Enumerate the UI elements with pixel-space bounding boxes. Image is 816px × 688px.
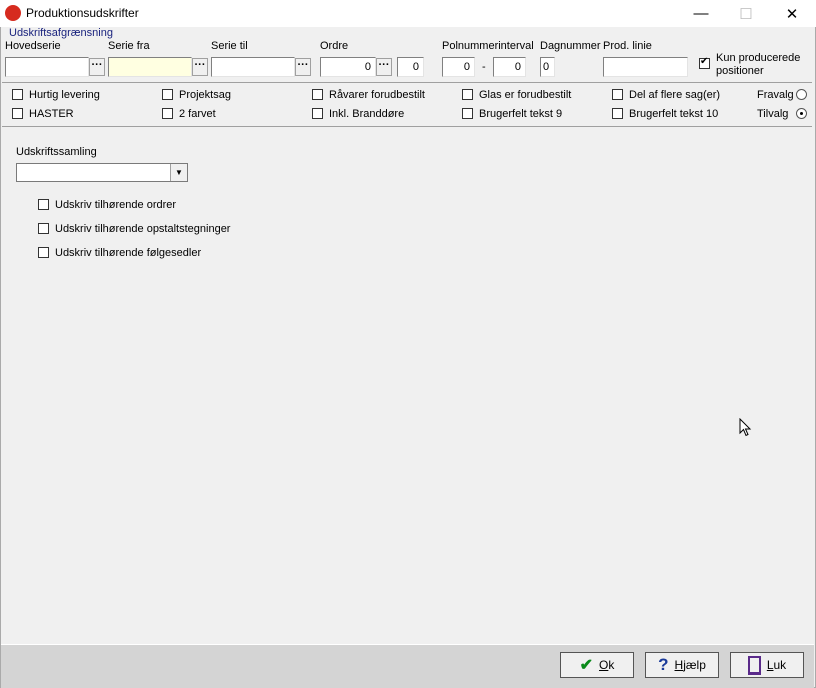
dagnummer-label: Dagnummer <box>540 40 601 52</box>
udskriv-opstalt-label: Udskriv tilhørende opstaltstegninger <box>55 223 231 235</box>
branddore-checkbox[interactable] <box>312 108 323 119</box>
polnummer-to-input[interactable]: 0 <box>493 57 526 77</box>
maximize-button[interactable]: ☐ <box>723 0 769 27</box>
udskriftssamling-label: Udskriftssamling <box>16 146 97 158</box>
prod-linie-input[interactable] <box>603 57 688 77</box>
ordre-from-input[interactable]: 0 <box>320 57 376 77</box>
kun-producerede-checkbox[interactable] <box>699 56 710 69</box>
close-icon: ✕ <box>785 5 799 23</box>
chevron-down-icon[interactable]: ▼ <box>170 164 187 181</box>
glas-checkbox[interactable] <box>462 89 473 100</box>
projektsag-checkbox[interactable] <box>162 89 173 100</box>
ordre-browse-button[interactable]: ··· <box>376 58 392 76</box>
kun-producerede-label-1: Kun producerede <box>716 52 801 64</box>
filter-group-title: Udskriftsafgrænsning <box>9 27 113 39</box>
mouse-cursor-icon <box>739 418 752 437</box>
del-af-flere-checkbox[interactable] <box>612 89 623 100</box>
prod-linie-label: Prod. linie <box>603 40 652 52</box>
2-farvet-label: 2 farvet <box>179 108 216 120</box>
help-button-label: Hjælp <box>674 658 706 672</box>
projektsag-label: Projektsag <box>179 89 231 101</box>
polnummer-label: Polnummerinterval <box>442 40 534 52</box>
checkmark-icon: ✔ <box>579 657 594 674</box>
glas-label: Glas er forudbestilt <box>479 89 572 101</box>
hurtig-levering-label: Hurtig levering <box>29 89 100 101</box>
serie-til-label: Serie til <box>211 40 248 52</box>
haster-label: HASTER <box>29 108 74 120</box>
serie-fra-browse-button[interactable]: ··· <box>192 58 208 76</box>
dagnummer-input[interactable]: 0 <box>540 57 555 77</box>
serie-til-input[interactable] <box>211 57 295 77</box>
fravalg-radio[interactable] <box>796 89 807 100</box>
branddore-label: Inkl. Branddøre <box>329 108 405 120</box>
polnummer-dash: - <box>482 61 486 73</box>
kun-producerede-label-2: positioner <box>716 65 764 77</box>
udskriv-opstalt-checkbox[interactable] <box>38 223 49 234</box>
window-title: Produktionsudskrifter <box>26 6 139 20</box>
serie-fra-input[interactable] <box>108 57 192 77</box>
options-separator <box>2 126 812 127</box>
minimize-icon: — <box>693 5 709 22</box>
ok-button[interactable]: ✔ Ok <box>560 652 634 678</box>
2-farvet-checkbox[interactable] <box>162 108 173 119</box>
maximize-icon: ☐ <box>739 5 753 23</box>
close-button-label: Luk <box>766 658 787 672</box>
hovedserie-input[interactable] <box>5 57 89 77</box>
udskriv-ordrer-label: Udskriv tilhørende ordrer <box>55 199 177 211</box>
del-af-flere-label: Del af flere sag(er) <box>629 89 721 101</box>
filter-separator <box>2 82 812 83</box>
close-window-button[interactable]: ✕ <box>769 0 815 27</box>
udskriftssamling-dropdown[interactable]: ▼ <box>16 163 188 182</box>
ok-button-label: Ok <box>599 658 615 672</box>
app-logo-icon <box>5 5 21 21</box>
ravarer-label: Råvarer forudbestilt <box>329 89 425 101</box>
tilvalg-radio[interactable] <box>796 108 807 119</box>
udskriv-folgesedler-label: Udskriv tilhørende følgesedler <box>55 247 202 259</box>
brugerfelt-9-checkbox[interactable] <box>462 108 473 119</box>
serie-til-browse-button[interactable]: ··· <box>295 58 311 76</box>
brugerfelt-9-label: Brugerfelt tekst 9 <box>479 108 563 120</box>
udskriv-folgesedler-checkbox[interactable] <box>38 247 49 258</box>
tilvalg-label: Tilvalg <box>757 108 789 120</box>
udskriv-ordrer-checkbox[interactable] <box>38 199 49 210</box>
haster-checkbox[interactable] <box>12 108 23 119</box>
door-exit-icon <box>747 655 761 675</box>
close-button[interactable]: Luk <box>730 652 804 678</box>
brugerfelt-10-label: Brugerfelt tekst 10 <box>629 108 719 120</box>
hovedserie-browse-button[interactable]: ··· <box>89 58 105 76</box>
minimize-button[interactable]: — <box>678 0 724 27</box>
fravalg-label: Fravalg <box>757 89 794 101</box>
brugerfelt-10-checkbox[interactable] <box>612 108 623 119</box>
help-button[interactable]: ? Hjælp <box>645 652 719 678</box>
ordre-to-input[interactable]: 0 <box>397 57 424 77</box>
polnummer-from-input[interactable]: 0 <box>442 57 475 77</box>
hurtig-levering-checkbox[interactable] <box>12 89 23 100</box>
question-mark-icon: ? <box>658 655 669 674</box>
serie-fra-label: Serie fra <box>108 40 150 52</box>
hovedserie-label: Hovedserie <box>5 40 61 52</box>
ordre-label: Ordre <box>320 40 349 52</box>
ravarer-checkbox[interactable] <box>312 89 323 100</box>
